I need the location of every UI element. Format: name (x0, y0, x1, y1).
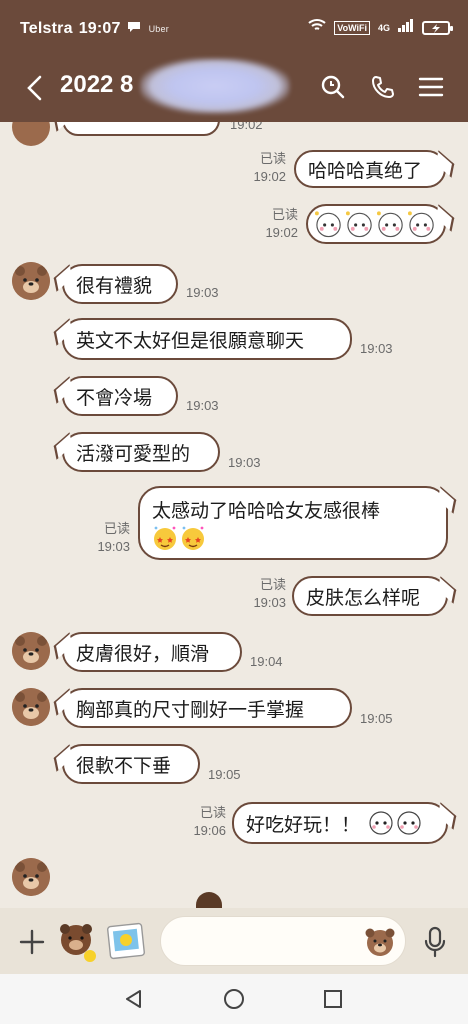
chat-header: 2022 8 (0, 56, 468, 120)
nav-recents-button[interactable] (320, 986, 346, 1012)
bunny-stickers-icon (314, 211, 434, 238)
add-button[interactable] (16, 926, 48, 958)
starry-eyed-emoji-icon (152, 525, 206, 551)
system-nav-bar (0, 974, 468, 1024)
microphone-icon (424, 926, 446, 958)
message-bubble-in[interactable]: 英文不太好但是很願意聊天 (62, 318, 352, 360)
photo-icon (107, 922, 145, 960)
message-text: 很軟不下垂 (76, 754, 172, 777)
wifi-icon (308, 18, 326, 37)
message-bubble-out[interactable]: 太感动了哈哈哈女友感很棒 (138, 486, 448, 560)
message-read-status: 已读 19:06 (193, 805, 226, 838)
message-bubble-out[interactable]: 皮肤怎么样呢 (292, 576, 448, 616)
vowifi-badge: VoWiFi (334, 20, 370, 35)
message-text: 太感动了哈哈哈女友感很棒 (152, 499, 381, 522)
message-text: 活潑可愛型的 (76, 442, 191, 465)
status-bar: Telstra 19:07 Uber VoWiFi 4G (0, 0, 468, 56)
carrier-name: Telstra (20, 20, 73, 37)
input-bar (0, 908, 468, 974)
message-text: 皮肤怎么样呢 (306, 586, 421, 609)
chat-area[interactable]: 19:02 已读 19:02 哈哈哈真绝了 已读 19:02 很有禮貌 19:03 … (0, 122, 468, 908)
message-text: 胸部真的尺寸剛好一手掌握 (76, 698, 305, 721)
sticker-button[interactable] (54, 918, 100, 964)
bunny-face-emoji-icon (368, 810, 422, 836)
message-time: 19:05 (208, 767, 241, 782)
nav-home-button[interactable] (221, 986, 247, 1012)
battery-icon (422, 20, 453, 35)
menu-icon (418, 77, 444, 97)
message-bubble-in[interactable]: 皮膚很好，順滑 (62, 632, 242, 672)
network-label: 4G (377, 22, 390, 33)
message-read-status: 已读 19:02 (265, 207, 298, 240)
brown-bear-avatar-icon (12, 262, 50, 300)
message-bubble-in[interactable]: 不會冷場 (62, 376, 178, 416)
message-text: 哈哈哈真绝了 (308, 159, 423, 182)
message-text: 好吃好玩！！ (246, 813, 361, 836)
message-read-status: 已读 19:03 (253, 577, 286, 610)
avatar[interactable] (12, 688, 50, 726)
plus-icon (19, 929, 45, 955)
voice-button[interactable] (418, 924, 452, 960)
brown-bear-avatar-icon (12, 632, 50, 670)
message-bubble-out[interactable]: 哈哈哈真绝了 (294, 150, 446, 188)
emoji-button[interactable] (363, 925, 397, 959)
bear-emoji-icon (365, 928, 395, 956)
redacted-name-blur (140, 58, 290, 114)
back-button[interactable] (20, 70, 50, 106)
message-bubble-in[interactable]: 很有禮貌 (62, 264, 178, 304)
chat-title: 2022 8 (60, 71, 134, 98)
search-icon (321, 75, 345, 99)
message-bubble-in[interactable]: 活潑可愛型的 (62, 432, 220, 472)
message-bubble-in[interactable]: 胸部真的尺寸剛好一手掌握 (62, 688, 352, 728)
chevron-left-icon (27, 75, 42, 101)
menu-button[interactable] (416, 70, 446, 104)
signal-icon (398, 18, 414, 37)
notification-app-label: Uber (148, 24, 169, 34)
photo-button[interactable] (106, 922, 146, 960)
avatar[interactable] (12, 262, 50, 300)
message-bubble-in[interactable] (62, 122, 220, 136)
brown-bear-avatar-icon (12, 688, 50, 726)
sticker-bubble[interactable] (306, 204, 446, 244)
call-button[interactable] (368, 70, 398, 104)
status-time: 19:07 (78, 20, 121, 37)
avatar[interactable] (12, 632, 50, 670)
nav-back-button[interactable] (120, 986, 146, 1012)
message-text: 皮膚很好，順滑 (76, 642, 210, 665)
brown-bear-avatar-icon (12, 858, 50, 896)
triangle-back-icon (126, 990, 141, 1008)
message-input[interactable] (160, 916, 406, 966)
circle-home-icon (224, 989, 244, 1009)
sticker-peek (196, 892, 222, 908)
search-button[interactable] (318, 70, 348, 104)
chat-bubble-icon (127, 20, 141, 38)
square-recents-icon (324, 990, 342, 1008)
message-time: 19:03 (360, 341, 393, 356)
message-time: 19:03 (186, 285, 219, 300)
message-bubble-in[interactable]: 很軟不下垂 (62, 744, 200, 784)
top-bar: Telstra 19:07 Uber VoWiFi 4G 2022 8 (0, 0, 468, 122)
message-time: 19:03 (186, 398, 219, 413)
message-time: 19:02 (230, 122, 263, 132)
message-bubble-out[interactable]: 好吃好玩！！ (232, 802, 448, 844)
message-text: 英文不太好但是很願意聊天 (76, 329, 305, 352)
message-text: 很有禮貌 (76, 274, 153, 297)
message-time: 19:05 (360, 711, 393, 726)
phone-icon (372, 76, 394, 98)
bear-sticker-icon (60, 924, 96, 962)
avatar[interactable] (12, 858, 50, 896)
message-read-status: 已读 19:02 (253, 151, 286, 184)
message-read-status: 已读 19:03 (97, 521, 130, 554)
message-text: 不會冷場 (76, 386, 153, 409)
avatar[interactable] (12, 122, 50, 146)
message-time: 19:04 (250, 654, 283, 669)
message-time: 19:03 (228, 455, 261, 470)
